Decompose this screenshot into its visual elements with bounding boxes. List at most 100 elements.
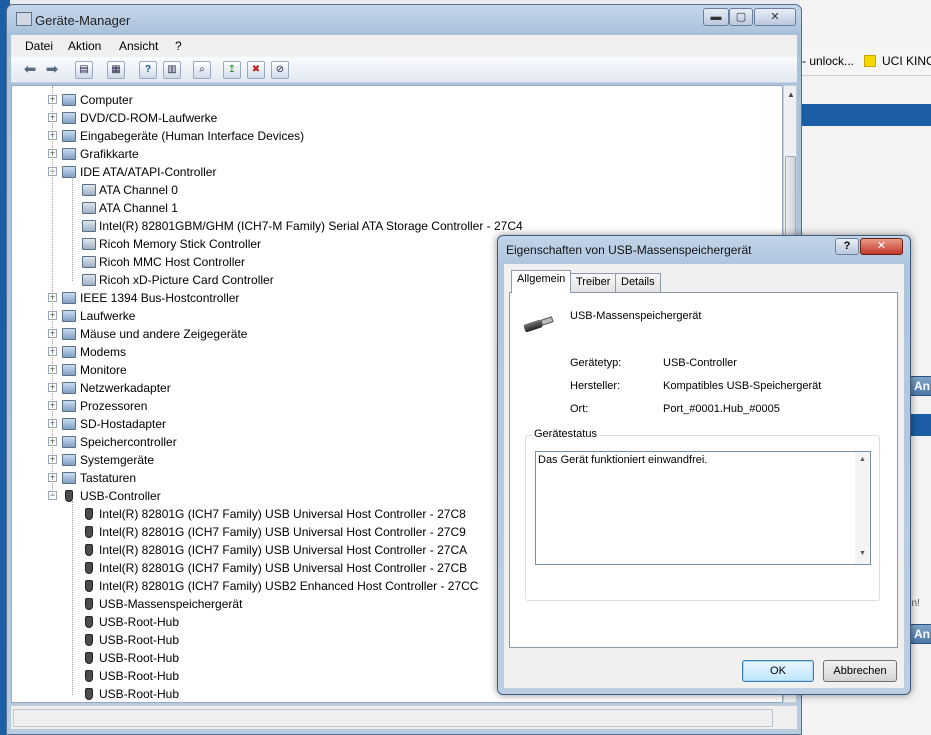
background-blue-band: [800, 104, 931, 126]
dialog-title: Eigenschaften von USB-Massenspeichergerä…: [506, 243, 752, 257]
tree-item-label: Ricoh xD-Picture Card Controller: [99, 273, 274, 287]
tree-item-label: Grafikkarte: [80, 147, 139, 161]
tree-item-label: Intel(R) 82801G (ICH7 Family) USB Univer…: [99, 525, 466, 539]
tree-item-label: IDE ATA/ATAPI-Controller: [80, 165, 217, 179]
tab-allgemein[interactable]: Allgemein: [511, 270, 572, 293]
tree-category[interactable]: − IDE ATA/ATAPI-Controller: [12, 163, 782, 181]
tree-category[interactable]: + DVD/CD-ROM-Laufwerke: [12, 109, 782, 127]
properties-dialog[interactable]: Eigenschaften von USB-Massenspeichergerä…: [497, 235, 911, 695]
tree-item-label: USB-Root-Hub: [99, 687, 180, 701]
device-type-label: Gerätetyp:: [570, 357, 622, 369]
location-label: Ort:: [570, 403, 589, 415]
tree-item-label: Eingabegeräte (Human Interface Devices): [80, 129, 305, 143]
scan-hardware-icon[interactable]: ⌕: [193, 61, 211, 79]
maximize-button[interactable]: ▢: [729, 8, 753, 26]
background-tab-unlock[interactable]: - unlock...: [802, 54, 854, 68]
toolbar: ⬅ ➡ ▤ ▦ ? ▥ ⌕ ↥ ✖ ⊘: [11, 57, 797, 83]
usb-icon: [85, 544, 93, 556]
tree-item-label: IEEE 1394 Bus-Hostcontroller: [80, 291, 240, 305]
dialog-close-button[interactable]: ✕: [860, 238, 903, 255]
status-scrollbar[interactable]: ▲ ▼: [855, 452, 870, 564]
device-type-value: USB-Controller: [663, 357, 737, 369]
background-button[interactable]: An: [909, 376, 931, 396]
usb-icon: [85, 670, 93, 682]
ok-button[interactable]: OK: [742, 660, 814, 682]
manufacturer-label: Hersteller:: [570, 380, 621, 392]
mouse-icon: [62, 328, 76, 340]
device-name: USB-Massenspeichergerät: [570, 310, 702, 322]
system-device-icon: [62, 454, 76, 466]
forward-arrow-icon[interactable]: ➡: [43, 61, 61, 79]
close-button[interactable]: ✕: [754, 8, 796, 26]
usb-storage-icon: [523, 315, 556, 333]
properties-icon[interactable]: ▦: [107, 61, 125, 79]
tree-category[interactable]: + Computer: [12, 91, 782, 109]
device-status-textbox[interactable]: Das Gerät funktioniert einwandfrei. ▲ ▼: [535, 451, 871, 565]
update-driver-icon[interactable]: ↥: [223, 61, 241, 79]
tree-item-label: Tastaturen: [80, 471, 137, 485]
tree-device[interactable]: ATA Channel 0: [12, 181, 782, 199]
ide-channel-icon: [82, 274, 96, 286]
dialog-help-button[interactable]: ?: [835, 238, 859, 255]
usb-icon: [85, 634, 93, 646]
back-arrow-icon[interactable]: ⬅: [21, 61, 39, 79]
scroll-up-icon[interactable]: ▲: [859, 456, 866, 463]
scroll-up-icon[interactable]: ▲: [787, 90, 795, 99]
device-status-title: Gerätestatus: [532, 428, 599, 440]
menu-aktion[interactable]: Aktion: [68, 39, 101, 53]
tree-guide-line: [72, 177, 73, 281]
usb-icon: [85, 562, 93, 574]
scroll-down-icon[interactable]: ▼: [859, 550, 866, 557]
background-button[interactable]: An: [909, 624, 931, 644]
background-tab-uci-kino[interactable]: UCI KINO: [882, 54, 931, 68]
usb-icon: [85, 526, 93, 538]
uninstall-icon[interactable]: ✖: [247, 61, 265, 79]
usb-icon: [85, 580, 93, 592]
general-tab-panel: USB-Massenspeichergerät Gerätetyp: USB-C…: [509, 292, 898, 648]
ide-controller-icon: [62, 166, 76, 178]
ide-channel-icon: [82, 256, 96, 268]
tree-item-label: Intel(R) 82801G (ICH7 Family) USB Univer…: [99, 507, 466, 521]
menu-bar: Datei Aktion Ansicht ?: [11, 35, 797, 57]
tree-item-label: USB-Root-Hub: [99, 633, 180, 647]
device-status-group: Gerätestatus Das Gerät funktioniert einw…: [525, 428, 880, 601]
tree-item-label: Ricoh MMC Host Controller: [99, 255, 246, 269]
device-manager-icon: [16, 12, 32, 26]
disk-drive-icon: [62, 310, 76, 322]
tree-item-label: Modems: [80, 345, 127, 359]
monitor-icon: [62, 364, 76, 376]
uci-kino-icon: [864, 55, 876, 67]
show-hide-console-tree-icon[interactable]: ▤: [75, 61, 93, 79]
usb-icon: [85, 598, 93, 610]
tree-item-label: SD-Hostadapter: [80, 417, 167, 431]
menu-help[interactable]: ?: [175, 39, 182, 53]
tree-device[interactable]: ATA Channel 1: [12, 199, 782, 217]
menu-ansicht[interactable]: Ansicht: [119, 39, 158, 53]
tree-category[interactable]: + Grafikkarte: [12, 145, 782, 163]
tree-item-label: Intel(R) 82801G (ICH7 Family) USB2 Enhan…: [99, 579, 479, 593]
disable-device-icon[interactable]: ⊘: [271, 61, 289, 79]
tree-guide-line: [52, 86, 53, 496]
action-pane-icon[interactable]: ▥: [163, 61, 181, 79]
cancel-button[interactable]: Abbrechen: [823, 660, 897, 682]
tree-item-label: ATA Channel 0: [99, 183, 178, 197]
storage-controller-icon: [62, 436, 76, 448]
keyboard-icon: [62, 472, 76, 484]
computer-icon: [62, 94, 76, 106]
status-bar-segment: [13, 709, 773, 727]
status-bar: [11, 705, 797, 729]
menu-datei[interactable]: Datei: [25, 39, 53, 53]
ieee1394-icon: [62, 292, 76, 304]
ide-channel-icon: [82, 202, 96, 214]
tab-treiber[interactable]: Treiber: [570, 273, 617, 292]
tree-item-label: Ricoh Memory Stick Controller: [99, 237, 262, 251]
tree-item-label: USB-Controller: [80, 489, 161, 503]
tab-details[interactable]: Details: [615, 273, 661, 292]
usb-icon: [85, 688, 93, 700]
tree-device[interactable]: Intel(R) 82801GBM/GHM (ICH7-M Family) Se…: [12, 217, 782, 235]
minimize-button[interactable]: ▬: [703, 8, 729, 26]
tree-item-label: Monitore: [80, 363, 127, 377]
tree-guide-line: [72, 501, 73, 695]
help-icon[interactable]: ?: [139, 61, 157, 79]
tree-category[interactable]: + Eingabegeräte (Human Interface Devices): [12, 127, 782, 145]
